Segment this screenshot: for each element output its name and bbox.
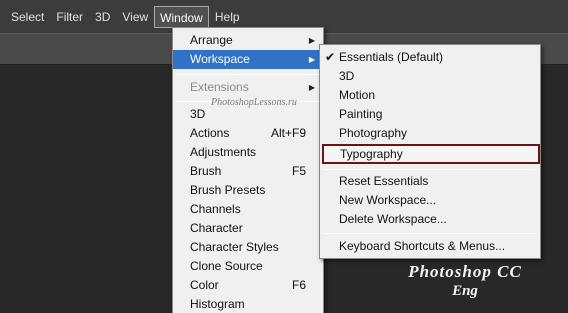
- menu-item-shortcut: F6: [291, 278, 306, 292]
- menu-item-panel[interactable]: Channels: [173, 200, 323, 219]
- menu-item-label: Brush Presets: [190, 183, 266, 197]
- menu-item-panel[interactable]: Histogram: [173, 295, 323, 313]
- workspace-item-reset[interactable]: Reset Essentials: [320, 172, 540, 191]
- menu-item-label: Color: [190, 278, 219, 292]
- menu-item-label: Channels: [190, 202, 241, 216]
- menu-item-label: Clone Source: [190, 259, 263, 273]
- menu-item-panel[interactable]: Adjustments: [173, 143, 323, 162]
- menu-item-label: Keyboard Shortcuts & Menus...: [339, 239, 506, 253]
- menu-item-shortcut: F5: [291, 164, 306, 178]
- menu-item-panel[interactable]: Brush Presets: [173, 181, 323, 200]
- submenu-arrow-icon: ▶: [308, 55, 315, 64]
- menu-item-label: Motion: [339, 88, 376, 102]
- submenu-arrow-icon: ▶: [308, 36, 315, 45]
- menu-item-panel[interactable]: Brush F5: [173, 162, 323, 181]
- menu-item-label: Brush: [190, 164, 222, 178]
- menu-item-label: Character Styles: [190, 240, 279, 254]
- window-dropdown-menu: Arrange ▶ Workspace ▶ Extensions ▶ Photo…: [172, 27, 324, 313]
- menu-3d[interactable]: 3D: [89, 6, 116, 28]
- menu-item-label: Delete Workspace...: [339, 212, 447, 226]
- menu-item-panel[interactable]: Character Styles: [173, 238, 323, 257]
- workspace-item-keyboard-shortcuts[interactable]: Keyboard Shortcuts & Menus...: [320, 237, 540, 256]
- menu-separator: [323, 233, 537, 234]
- menu-item-panel[interactable]: Clone Source: [173, 257, 323, 276]
- menu-item-label: Photography: [339, 126, 408, 140]
- menu-separator: [323, 169, 537, 170]
- workspace-submenu: ✔ Essentials (Default) 3D Motion Paintin…: [319, 44, 541, 259]
- menu-item-label: Typography: [340, 147, 403, 161]
- menu-item-label: Extensions: [190, 80, 249, 94]
- menu-item-panel[interactable]: 3D: [173, 105, 323, 124]
- menu-item-label: Reset Essentials: [339, 174, 429, 188]
- menu-item-arrange[interactable]: Arrange ▶: [173, 31, 323, 50]
- workspace-item-new[interactable]: New Workspace...: [320, 191, 540, 210]
- checkmark-icon: ✔: [325, 50, 336, 64]
- menu-item-panel[interactable]: Color F6: [173, 276, 323, 295]
- workspace-item-typography[interactable]: Typography: [322, 144, 540, 164]
- menu-item-label: Adjustments: [190, 145, 257, 159]
- brand-logo: Photoshop CC Eng: [380, 262, 550, 300]
- workspace-item-essentials[interactable]: ✔ Essentials (Default): [320, 48, 540, 67]
- menu-item-label: Essentials (Default): [339, 50, 444, 64]
- menu-select[interactable]: Select: [5, 6, 50, 28]
- brand-subtitle: Eng: [452, 283, 478, 299]
- brand-title: Photoshop CC: [408, 262, 522, 281]
- submenu-arrow-icon: ▶: [308, 83, 315, 92]
- menu-window[interactable]: Window: [154, 5, 209, 28]
- workspace-item-3d[interactable]: 3D: [320, 67, 540, 86]
- menu-view[interactable]: View: [116, 6, 154, 28]
- menu-item-shortcut: Alt+F9: [270, 126, 306, 140]
- menu-item-label: Histogram: [190, 297, 245, 311]
- workspace-item-photography[interactable]: Photography: [320, 124, 540, 143]
- menu-item-panel[interactable]: Actions Alt+F9: [173, 124, 323, 143]
- menu-item-workspace[interactable]: Workspace ▶: [173, 50, 323, 69]
- menu-item-label: New Workspace...: [339, 193, 437, 207]
- menu-item-label: Arrange: [190, 33, 233, 47]
- workspace-item-delete[interactable]: Delete Workspace...: [320, 210, 540, 229]
- menu-item-label: Actions: [190, 126, 230, 140]
- menu-item-label: Workspace: [190, 52, 250, 66]
- menu-item-panel[interactable]: Character: [173, 219, 323, 238]
- menu-item-label: 3D: [339, 69, 355, 83]
- menu-separator: [176, 74, 320, 75]
- menu-help[interactable]: Help: [209, 6, 246, 28]
- menu-item-label: Character: [190, 221, 243, 235]
- menu-filter[interactable]: Filter: [50, 6, 89, 28]
- workspace-item-painting[interactable]: Painting: [320, 105, 540, 124]
- menu-item-label: 3D: [190, 107, 206, 121]
- workspace-item-motion[interactable]: Motion: [320, 86, 540, 105]
- menu-item-extensions: Extensions ▶: [173, 78, 323, 97]
- menu-item-label: Painting: [339, 107, 383, 121]
